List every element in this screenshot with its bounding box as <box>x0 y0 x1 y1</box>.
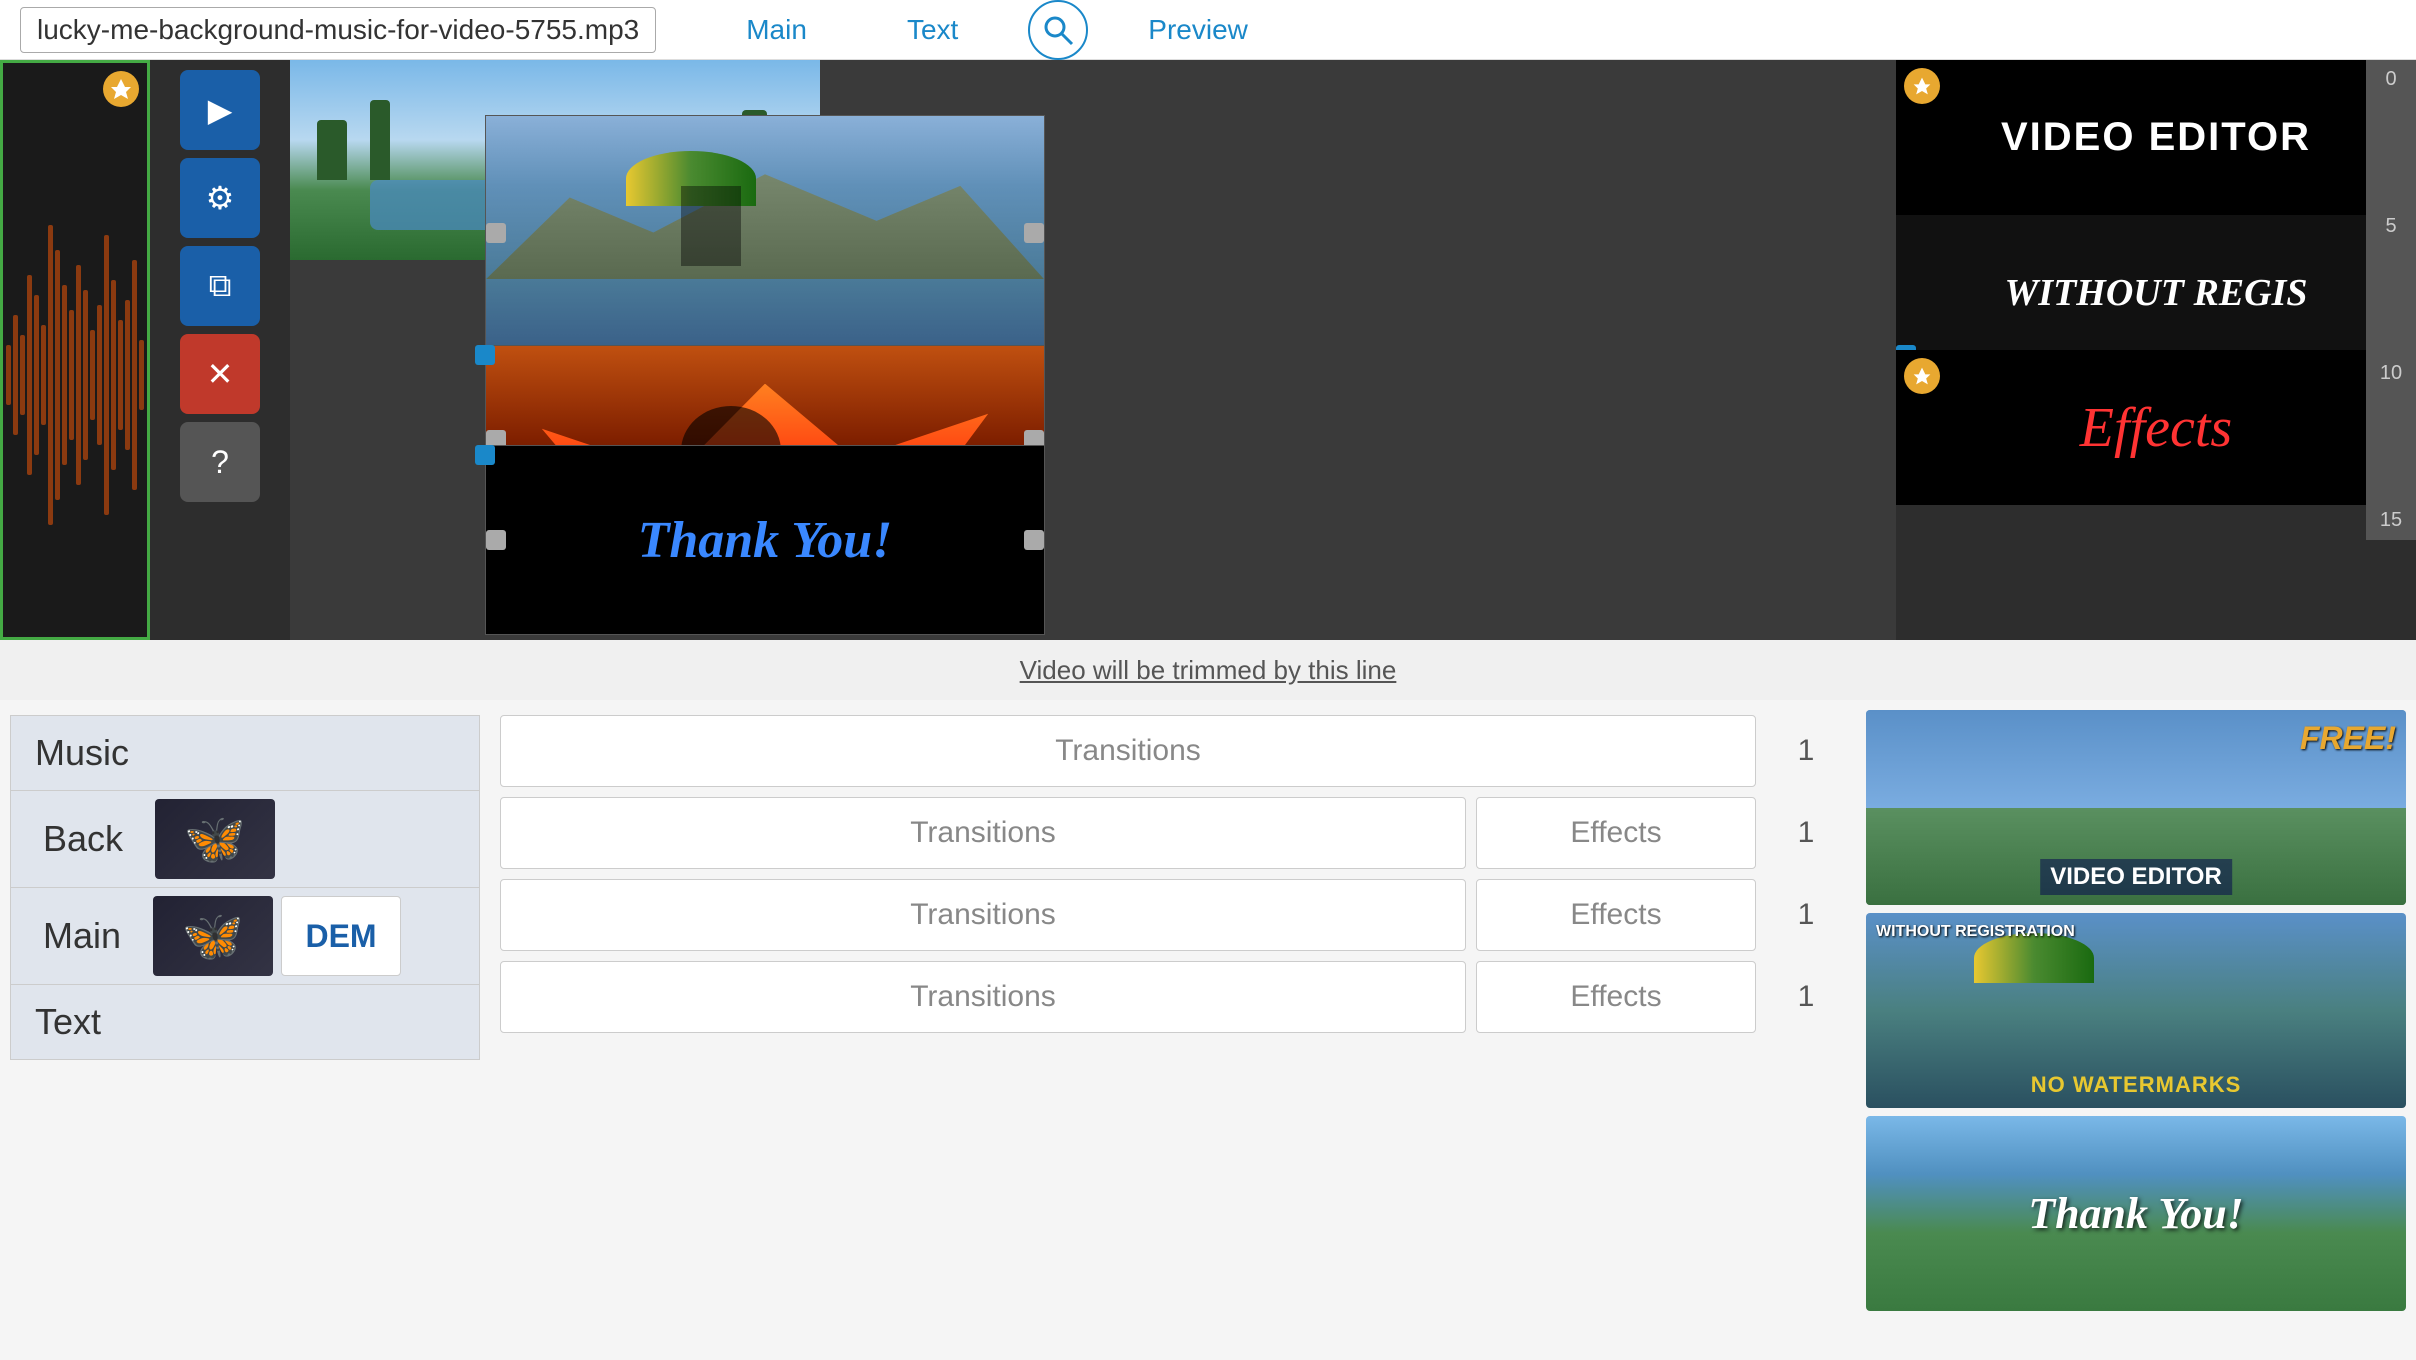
scroll-handle-ty-right[interactable] <box>1024 530 1044 550</box>
ruler-5: 5 <box>2370 215 2412 238</box>
trim-notice: Video will be trimmed by this line <box>1020 655 1397 686</box>
preview-free-badge: FREE! <box>2300 720 2396 757</box>
butterfly-icon-2: 🦋 <box>182 907 244 966</box>
preview-frame-3: Thank You! <box>1866 1116 2406 1311</box>
butterfly-icon-1: 🦋 <box>184 810 246 869</box>
waveform-area <box>0 60 150 640</box>
pin-icon-1 <box>1912 76 1932 96</box>
thumbnail-butterfly-1: 🦋 <box>155 799 275 879</box>
num-4: 1 <box>1766 980 1846 1014</box>
effects-text: Effects <box>2080 396 2232 460</box>
app-wrapper: lucky-me-background-music-for-video-5755… <box>0 0 2416 1360</box>
transition-row-3: Transitions Effects 1 <box>500 879 1846 951</box>
transition-btn-2[interactable]: Transitions <box>500 797 1466 869</box>
thumbnail-butterfly-2: 🦋 <box>153 896 273 976</box>
search-icon <box>1042 14 1074 46</box>
settings-icon: ⚙ <box>206 179 235 217</box>
overlay-videoeditor[interactable]: VIDEO EDITOR <box>1896 60 2416 215</box>
sidebar-music-button[interactable]: Music <box>10 715 480 791</box>
sidebar-back-button[interactable]: Back <box>19 810 147 868</box>
pin-icon-overlay2[interactable] <box>1904 358 1940 394</box>
ruler-0: 0 <box>2370 68 2412 91</box>
timeline-clips: Thank You! <box>290 60 1896 640</box>
transition-row-4: Transitions Effects 1 <box>500 961 1846 1033</box>
scroll-handle-ty-left[interactable] <box>486 530 506 550</box>
trim-notice-bar: Video will be trimmed by this line <box>0 640 2416 700</box>
num-3: 1 <box>1766 898 1846 932</box>
settings-button[interactable]: ⚙ <box>180 158 260 238</box>
effects-btn-3[interactable]: Effects <box>1476 879 1756 951</box>
transitions-area: Transitions 1 Transitions Effects 1 Tran… <box>490 700 1856 1360</box>
editor-area: ▶ ⚙ ⧉ ✕ ? <box>0 60 2416 640</box>
preview-panel: FREE! VIDEO EDITOR NO WATERMARKS WITHOUT… <box>1856 700 2416 1360</box>
videoeditor-text: VIDEO EDITOR <box>2001 115 2311 160</box>
effects-btn-2[interactable]: Effects <box>1476 797 1756 869</box>
transition-btn-1[interactable]: Transitions <box>500 715 1756 787</box>
pin-icon-2 <box>1912 366 1932 386</box>
pin-icon-overlay1[interactable] <box>1904 68 1940 104</box>
overlay-effects[interactable]: Effects <box>1896 350 2416 505</box>
withoutreg-text: WITHOUT REGIS <box>2005 271 2308 315</box>
blue-handle-1[interactable] <box>475 345 495 365</box>
filename-display: lucky-me-background-music-for-video-5755… <box>20 7 656 53</box>
controls-panel: ▶ ⚙ ⧉ ✕ ? <box>150 60 290 640</box>
preview-windreg: WITHOUT REGISTRATION <box>1876 923 2075 941</box>
sidebar-text-button[interactable]: Text <box>10 985 480 1060</box>
num-1: 1 <box>1766 734 1846 768</box>
num-2: 1 <box>1766 816 1846 850</box>
ruler-10: 10 <box>2370 362 2412 385</box>
transition-btn-3[interactable]: Transitions <box>500 879 1466 951</box>
scroll-handle-right[interactable] <box>1024 223 1044 243</box>
play-button[interactable]: ▶ <box>180 70 260 150</box>
timeline-ruler: 0 5 10 15 <box>2366 60 2416 540</box>
thankyou-text: Thank You! <box>638 511 893 570</box>
search-button[interactable] <box>1028 0 1088 60</box>
scroll-handle-left[interactable] <box>486 223 506 243</box>
bottom-section: Music Back 🦋 Main 🦋 DEM Text <box>0 700 2416 1360</box>
overlay-withoutreg[interactable]: WITHOUT REGIS <box>1896 215 2416 370</box>
waveform-visual <box>3 63 147 637</box>
preview-thankyou-text: Thank You! <box>2028 1188 2244 1239</box>
tab-main[interactable]: Main <box>736 10 817 50</box>
blue-handle-2[interactable] <box>475 445 495 465</box>
header-tabs: Main Text <box>736 10 968 50</box>
header: lucky-me-background-music-for-video-5755… <box>0 0 2416 60</box>
preview-frame-2: NO WATERMARKS WITHOUT REGISTRATION <box>1866 913 2406 1108</box>
preview-label[interactable]: Preview <box>1148 14 1248 46</box>
copy-button[interactable]: ⧉ <box>180 246 260 326</box>
help-icon: ? <box>211 444 229 481</box>
transition-row-1: Transitions 1 <box>500 715 1846 787</box>
delete-button[interactable]: ✕ <box>180 334 260 414</box>
ruler-15: 15 <box>2370 509 2412 532</box>
transition-row-2: Transitions Effects 1 <box>500 797 1846 869</box>
text-overlays-panel: VIDEO EDITOR WITHOUT REGIS Effects <box>1896 60 2416 640</box>
preview-nowatermarks: NO WATERMARKS <box>2031 1072 2242 1098</box>
effects-btn-4[interactable]: Effects <box>1476 961 1756 1033</box>
sidebar-main-button[interactable]: Main <box>19 907 145 965</box>
left-sidebar: Music Back 🦋 Main 🦋 DEM Text <box>0 700 490 1360</box>
copy-icon: ⧉ <box>209 267 232 305</box>
preview-videoeditor-label: VIDEO EDITOR <box>2040 859 2232 895</box>
transition-btn-4[interactable]: Transitions <box>500 961 1466 1033</box>
clip-thankyou[interactable]: Thank You! <box>485 445 1045 635</box>
delete-icon: ✕ <box>207 355 234 393</box>
help-button[interactable]: ? <box>180 422 260 502</box>
clip-paraglider[interactable] <box>485 115 1045 350</box>
thumbnail-dem: DEM <box>281 896 401 976</box>
tab-text[interactable]: Text <box>897 10 968 50</box>
preview-frame-1: FREE! VIDEO EDITOR <box>1866 710 2406 905</box>
play-icon: ▶ <box>208 91 233 129</box>
